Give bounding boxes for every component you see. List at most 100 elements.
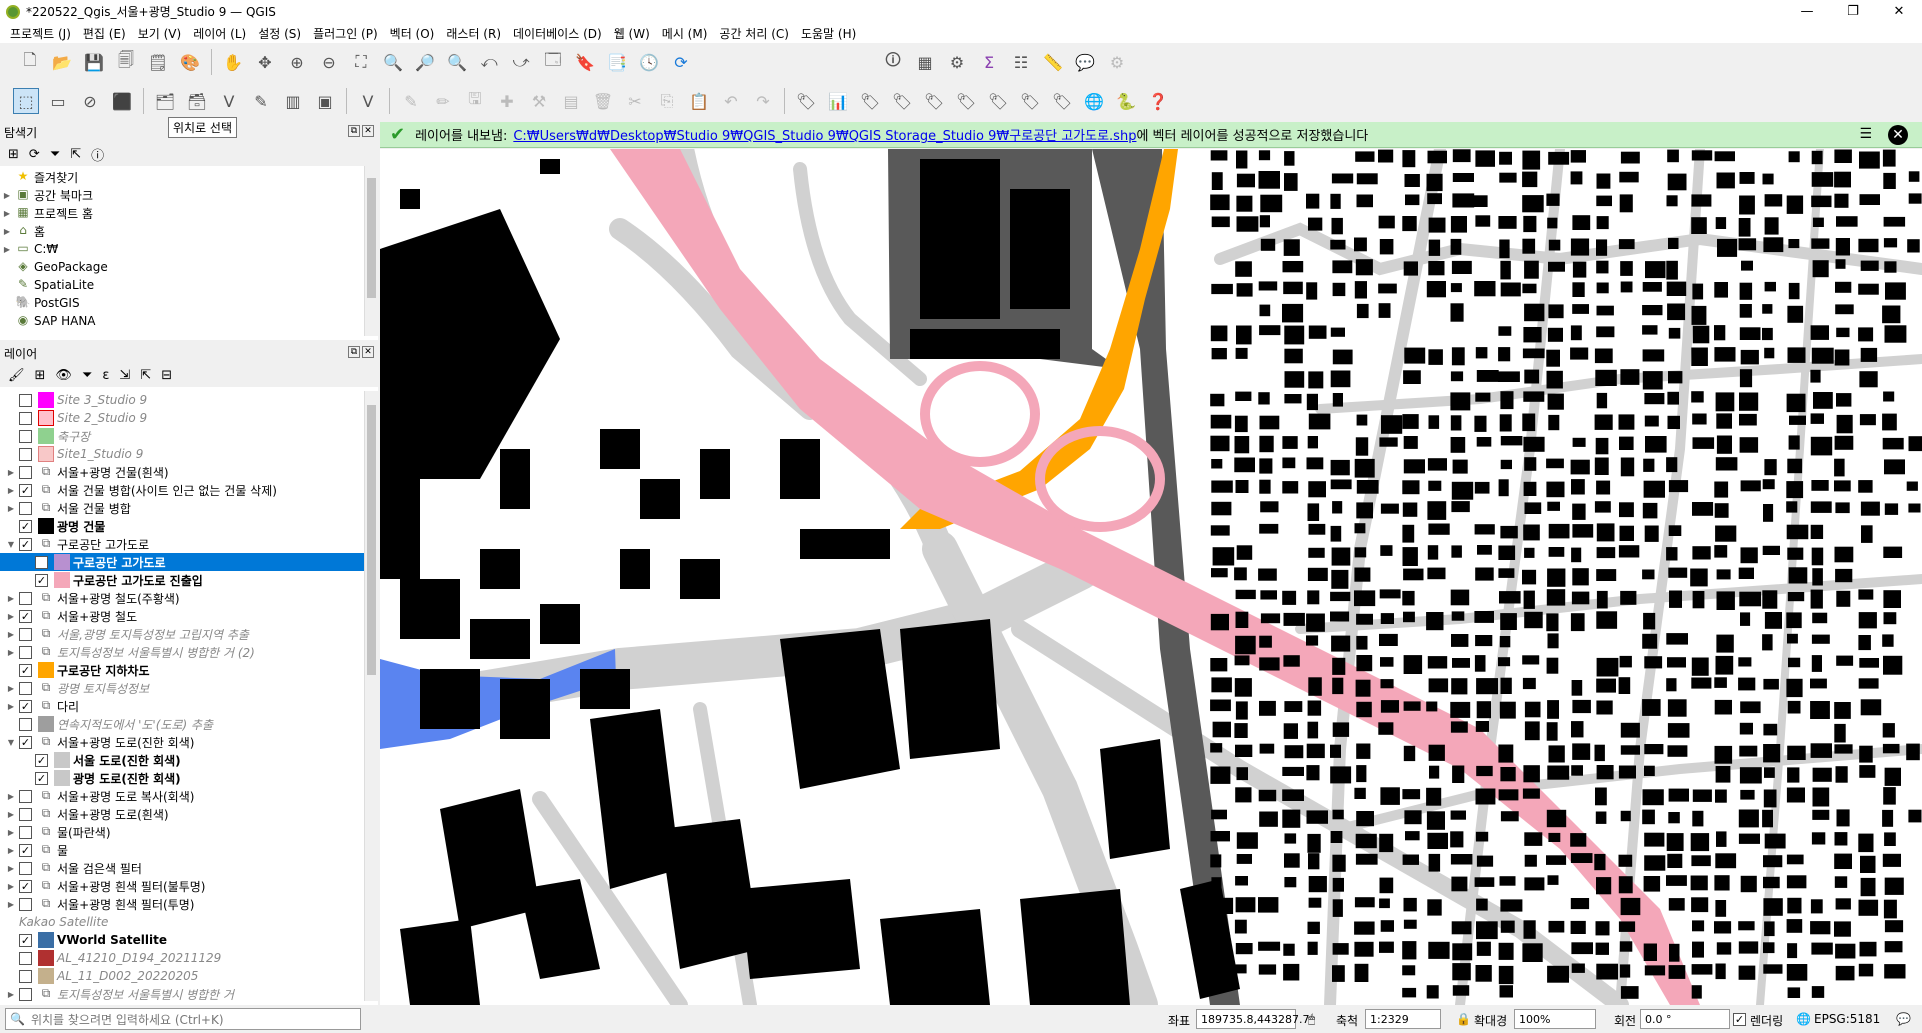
layer-item[interactable]: ▶ ✓ ⧉ 서울 건물 병합(사이트 인근 없는 건물 삭제) xyxy=(0,481,378,499)
layer-item[interactable]: ▶ ⧉ 서울 건물 병합 xyxy=(0,499,378,517)
browser-item[interactable]: ▶ ⌂ 홈 xyxy=(2,222,378,240)
close-layers-icon[interactable]: ✕ xyxy=(362,346,374,358)
modify-attributes-icon[interactable]: ▤ xyxy=(558,88,584,114)
expand-all-icon[interactable]: ⇲ xyxy=(119,368,130,383)
expand-arrow-icon[interactable]: ▶ xyxy=(6,648,16,657)
help-icon[interactable]: ❓ xyxy=(1145,88,1171,114)
menu-item[interactable]: 플러그인 (P) xyxy=(313,25,378,42)
deselect-icon[interactable]: ⊘ xyxy=(77,88,103,114)
rotation-field[interactable]: 0.0 ° xyxy=(1640,1009,1730,1029)
layer-visibility-checkbox[interactable]: ✓ xyxy=(35,573,48,587)
layer-item[interactable]: ▶ ⧉ 서울+광명 건물(흰색) xyxy=(0,463,378,481)
map-canvas[interactable] xyxy=(380,149,1922,1005)
expand-arrow-icon[interactable]: ▶ xyxy=(6,612,16,621)
label-pin-icon[interactable]: 🏷 xyxy=(857,88,883,114)
virtual-layer-icon[interactable]: V xyxy=(355,88,381,114)
menu-item[interactable]: 공간 처리 (C) xyxy=(719,25,789,42)
layer-visibility-checkbox[interactable] xyxy=(19,807,32,821)
layout-manager-icon[interactable]: 🗒 xyxy=(145,49,171,75)
style-manager-icon[interactable]: 🎨 xyxy=(177,49,203,75)
expression-filter-icon[interactable]: ε xyxy=(102,368,109,383)
layer-item[interactable]: Site 3_Studio 9 xyxy=(0,391,378,409)
expand-arrow-icon[interactable]: ▶ xyxy=(2,209,12,218)
layer-item[interactable]: ✓ 광명 건물 xyxy=(0,517,378,535)
layer-item[interactable]: ▶ ✓ ⧉ 서울+광명 철도 xyxy=(0,607,378,625)
layer-item[interactable]: ▶ ⧉ 서울+광명 흰색 필터(투명) xyxy=(0,895,378,913)
select-features-icon[interactable]: ⬛ xyxy=(109,88,135,114)
layer-visibility-checkbox[interactable] xyxy=(19,717,32,731)
layer-item[interactable]: ✓ 구로공단 지하차도 xyxy=(0,661,378,679)
layer-item[interactable]: AL_41210_D194_20211129 xyxy=(0,949,378,967)
layer-visibility-checkbox[interactable] xyxy=(19,591,32,605)
expand-arrow-icon[interactable]: ▶ xyxy=(6,900,16,909)
zoom-native-icon[interactable]: 🔍 xyxy=(444,49,470,75)
layer-symbol-swatch[interactable] xyxy=(38,392,54,408)
label-highlight-icon[interactable]: 🏷 xyxy=(889,88,915,114)
label-show-hide-icon[interactable]: 🏷 xyxy=(921,88,947,114)
layer-item[interactable]: Kakao Satellite xyxy=(0,913,378,931)
menu-item[interactable]: 보기 (V) xyxy=(138,25,181,42)
message-file-link[interactable]: C:₩Users₩d₩Desktop₩Studio 9₩QGIS_Studio … xyxy=(513,125,1136,144)
properties-icon[interactable]: ⓘ xyxy=(91,145,104,164)
add-selected-icon[interactable]: ⊞ xyxy=(8,147,19,162)
temporal-controller-icon[interactable]: 🕓 xyxy=(636,49,662,75)
layer-visibility-checkbox[interactable] xyxy=(19,969,32,983)
layer-item[interactable]: Site1_Studio 9 xyxy=(0,445,378,463)
python-console-icon[interactable]: 🐍 xyxy=(1113,88,1139,114)
add-group-icon[interactable]: ⊞ xyxy=(35,368,46,383)
zoom-in-icon[interactable]: ⊕ xyxy=(284,49,310,75)
zoom-to-selection-icon[interactable]: 🔍 xyxy=(380,49,406,75)
layer-symbol-swatch[interactable] xyxy=(54,752,70,768)
layer-visibility-checkbox[interactable] xyxy=(19,789,32,803)
zoom-last-icon[interactable]: ⤺ xyxy=(476,49,502,75)
close-button[interactable]: ✕ xyxy=(1876,0,1922,23)
layer-item[interactable]: ▶ ✓ ⧉ 물 xyxy=(0,841,378,859)
layer-visibility-checkbox[interactable]: ✓ xyxy=(19,879,32,893)
digitize-icon[interactable]: ✎ xyxy=(398,88,424,114)
layer-item[interactable]: Site 2_Studio 9 xyxy=(0,409,378,427)
filter-browser-icon[interactable]: ⏷ xyxy=(50,147,60,162)
new-print-layout-icon[interactable]: 🗐 xyxy=(113,49,139,75)
menu-item[interactable]: 래스터 (R) xyxy=(446,25,501,42)
expand-arrow-icon[interactable]: ▶ xyxy=(6,684,16,693)
select-by-value-icon[interactable]: ▭ xyxy=(45,88,71,114)
layer-visibility-checkbox[interactable]: ✓ xyxy=(19,537,32,551)
crs-icon[interactable]: 🌐 xyxy=(1796,1012,1811,1026)
layer-symbol-swatch[interactable] xyxy=(54,572,70,588)
browser-item[interactable]: ◉ SAP HANA xyxy=(2,312,378,330)
layer-item[interactable]: ▼ ✓ ⧉ 서울+광명 도로(진한 회색) xyxy=(0,733,378,751)
select-by-location-icon[interactable]: ⬚ xyxy=(13,88,39,114)
menu-item[interactable]: 웹 (W) xyxy=(614,25,650,42)
add-feature-icon[interactable]: ✚ xyxy=(494,88,520,114)
attribute-table-icon[interactable]: ▦ xyxy=(912,49,938,75)
layer-visibility-checkbox[interactable]: ✓ xyxy=(35,753,48,767)
layer-visibility-checkbox[interactable]: ✓ xyxy=(19,699,32,713)
float-layers-icon[interactable]: ⧉ xyxy=(348,346,360,358)
save-project-icon[interactable]: 💾 xyxy=(81,49,107,75)
layer-visibility-checkbox[interactable] xyxy=(19,447,32,461)
label-change-icon[interactable]: 🏷 xyxy=(1017,88,1043,114)
menu-item[interactable]: 편집 (E) xyxy=(83,25,126,42)
coordinate-field[interactable]: 189735.8,443287.7 xyxy=(1196,1009,1309,1029)
magnifier-field[interactable]: 100% xyxy=(1514,1009,1596,1029)
new-bookmark-icon[interactable]: 🔖 xyxy=(572,49,598,75)
pan-to-selection-icon[interactable]: ✥ xyxy=(252,49,278,75)
expand-arrow-icon[interactable]: ▶ xyxy=(6,828,16,837)
browser-item[interactable]: ✎ SpatiaLite xyxy=(2,276,378,294)
layer-labeling-icon[interactable]: 🏷 xyxy=(793,88,819,114)
layer-visibility-checkbox[interactable]: ✓ xyxy=(19,519,32,533)
expand-arrow-icon[interactable]: ▶ xyxy=(6,882,16,891)
layer-symbol-swatch[interactable] xyxy=(38,932,54,948)
identify-icon[interactable]: 🛈 xyxy=(880,49,906,75)
open-project-icon[interactable]: 📂 xyxy=(49,49,75,75)
refresh-browser-icon[interactable]: ⟳ xyxy=(29,147,40,162)
layer-item[interactable]: ✓ 구로공단 고가도로 xyxy=(0,553,378,571)
layer-visibility-checkbox[interactable] xyxy=(19,393,32,407)
open-layer-styling-icon[interactable]: 🖌 xyxy=(8,368,25,383)
layer-visibility-checkbox[interactable]: ✓ xyxy=(19,933,32,947)
pan-icon[interactable]: ✋ xyxy=(220,49,246,75)
expand-arrow-icon[interactable]: ▶ xyxy=(6,864,16,873)
expand-arrow-icon[interactable]: ▶ xyxy=(6,504,16,513)
expand-arrow-icon[interactable]: ▶ xyxy=(6,990,16,999)
zoom-next-icon[interactable]: ⤻ xyxy=(508,49,534,75)
